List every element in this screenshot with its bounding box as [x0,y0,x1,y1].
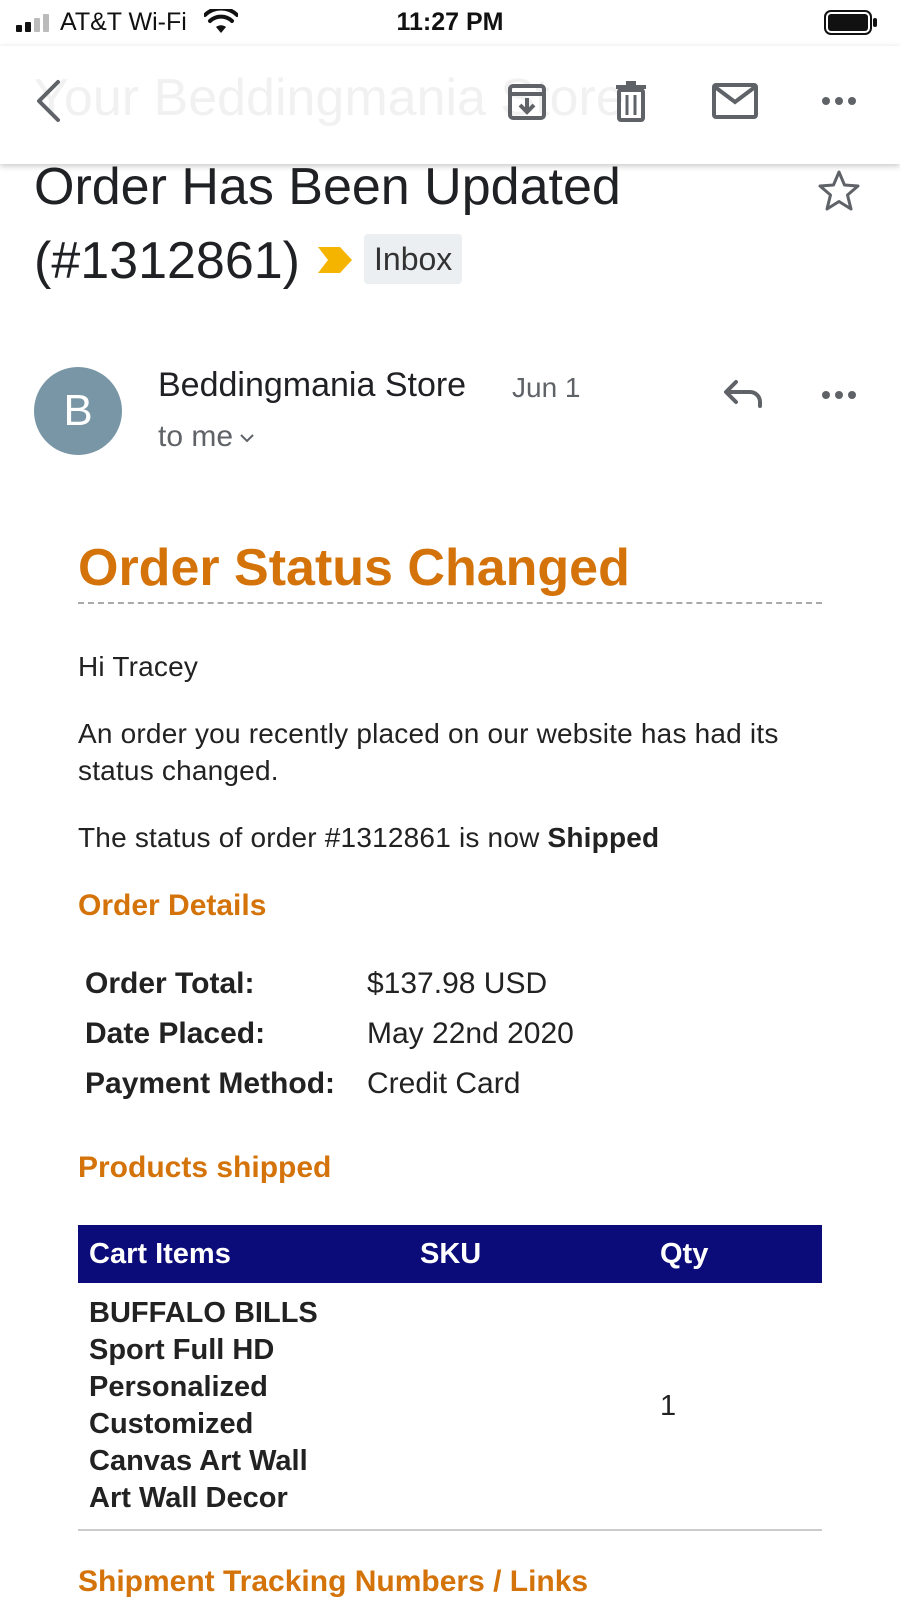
sender-avatar[interactable]: B [34,367,122,455]
mark-unread-button[interactable] [712,78,758,124]
email-heading: Order Status Changed [78,530,822,604]
status-bar: AT&T Wi-Fi 11:27 PM [0,0,900,46]
detail-value: May 22nd 2020 [367,1017,574,1050]
archive-button[interactable] [504,78,550,124]
detail-label: Order Total: [85,967,255,1000]
detail-row-date: Date Placed: May 22nd 2020 [85,1009,822,1059]
table-header-row: Cart Items SKU Qty [78,1225,822,1283]
inbox-label-chip[interactable]: Inbox [364,234,463,285]
subject-line-2: (#1312861) [34,232,300,290]
status-paragraph: The status of order #1312861 is now Ship… [78,819,822,856]
column-header-sku: SKU [420,1237,482,1270]
table-row: BUFFALO BILLS Sport Full HD Personalized… [78,1283,822,1531]
archive-icon [508,84,546,120]
cart-item-sku [420,1295,660,1517]
detail-label: Payment Method: [85,1067,336,1100]
importance-marker-icon[interactable] [316,245,354,275]
cart-item-name: BUFFALO BILLS Sport Full HD Personalized… [78,1295,420,1517]
email-action-bar: Your Beddingmania Store [0,46,900,164]
detail-label: Date Placed: [85,1017,266,1050]
chevron-down-icon [240,434,254,443]
sender-name: Beddingmania Store [158,366,467,404]
star-icon[interactable] [816,168,862,214]
recipient-label: to me [158,420,234,453]
more-horizontal-icon [822,391,856,399]
cart-item-qty: 1 [660,1389,677,1422]
detail-value: Credit Card [367,1067,521,1100]
message-more-button[interactable] [816,372,862,418]
battery-icon [824,10,877,35]
trash-icon [616,81,646,122]
column-header-items: Cart Items [89,1237,231,1270]
order-details-table: Order Total: $137.98 USD Date Placed: Ma… [85,959,822,1109]
status-value: Shipped [547,822,660,853]
item-name-line: Art Wall Decor [89,1482,288,1514]
more-options-button[interactable] [816,78,862,124]
item-name-line: BUFFALO BILLS [89,1297,318,1329]
intro-paragraph: An order you recently placed on our webs… [78,718,779,786]
recipient-details-toggle[interactable]: to me [158,420,255,454]
back-button[interactable] [26,78,72,124]
products-shipped-heading: Products shipped [78,1151,332,1184]
email-subject: Order Has Been Updated (#1312861) Inbox [34,150,794,298]
mail-icon [712,83,758,119]
greeting: Hi Tracey [78,651,199,682]
status-text: The status of order #1312861 is now [78,822,548,853]
cart-items-table: Cart Items SKU Qty BUFFALO BILLS Sport F… [78,1225,822,1531]
item-name-line: Customized [89,1408,254,1440]
order-details-heading: Order Details [78,889,267,922]
subject-line-2-row: (#1312861) Inbox [34,224,794,298]
delete-button[interactable] [608,78,654,124]
more-horizontal-icon [822,97,856,105]
detail-row-total: Order Total: $137.98 USD [85,959,822,1009]
column-header-qty: Qty [660,1237,709,1270]
sent-date: Jun 1 [512,372,581,403]
detail-row-payment: Payment Method: Credit Card [85,1059,822,1109]
item-name-line: Sport Full HD [89,1334,275,1366]
detail-value: $137.98 USD [367,967,548,1000]
back-arrow-icon [37,80,60,122]
reply-icon[interactable] [720,372,766,418]
clock: 11:27 PM [396,8,504,36]
email-body: Order Status Changed Hi Tracey An order … [78,530,822,1599]
item-name-line: Canvas Art Wall [89,1445,308,1477]
tracking-heading: Shipment Tracking Numbers / Links [78,1565,589,1598]
item-name-line: Personalized [89,1371,268,1403]
